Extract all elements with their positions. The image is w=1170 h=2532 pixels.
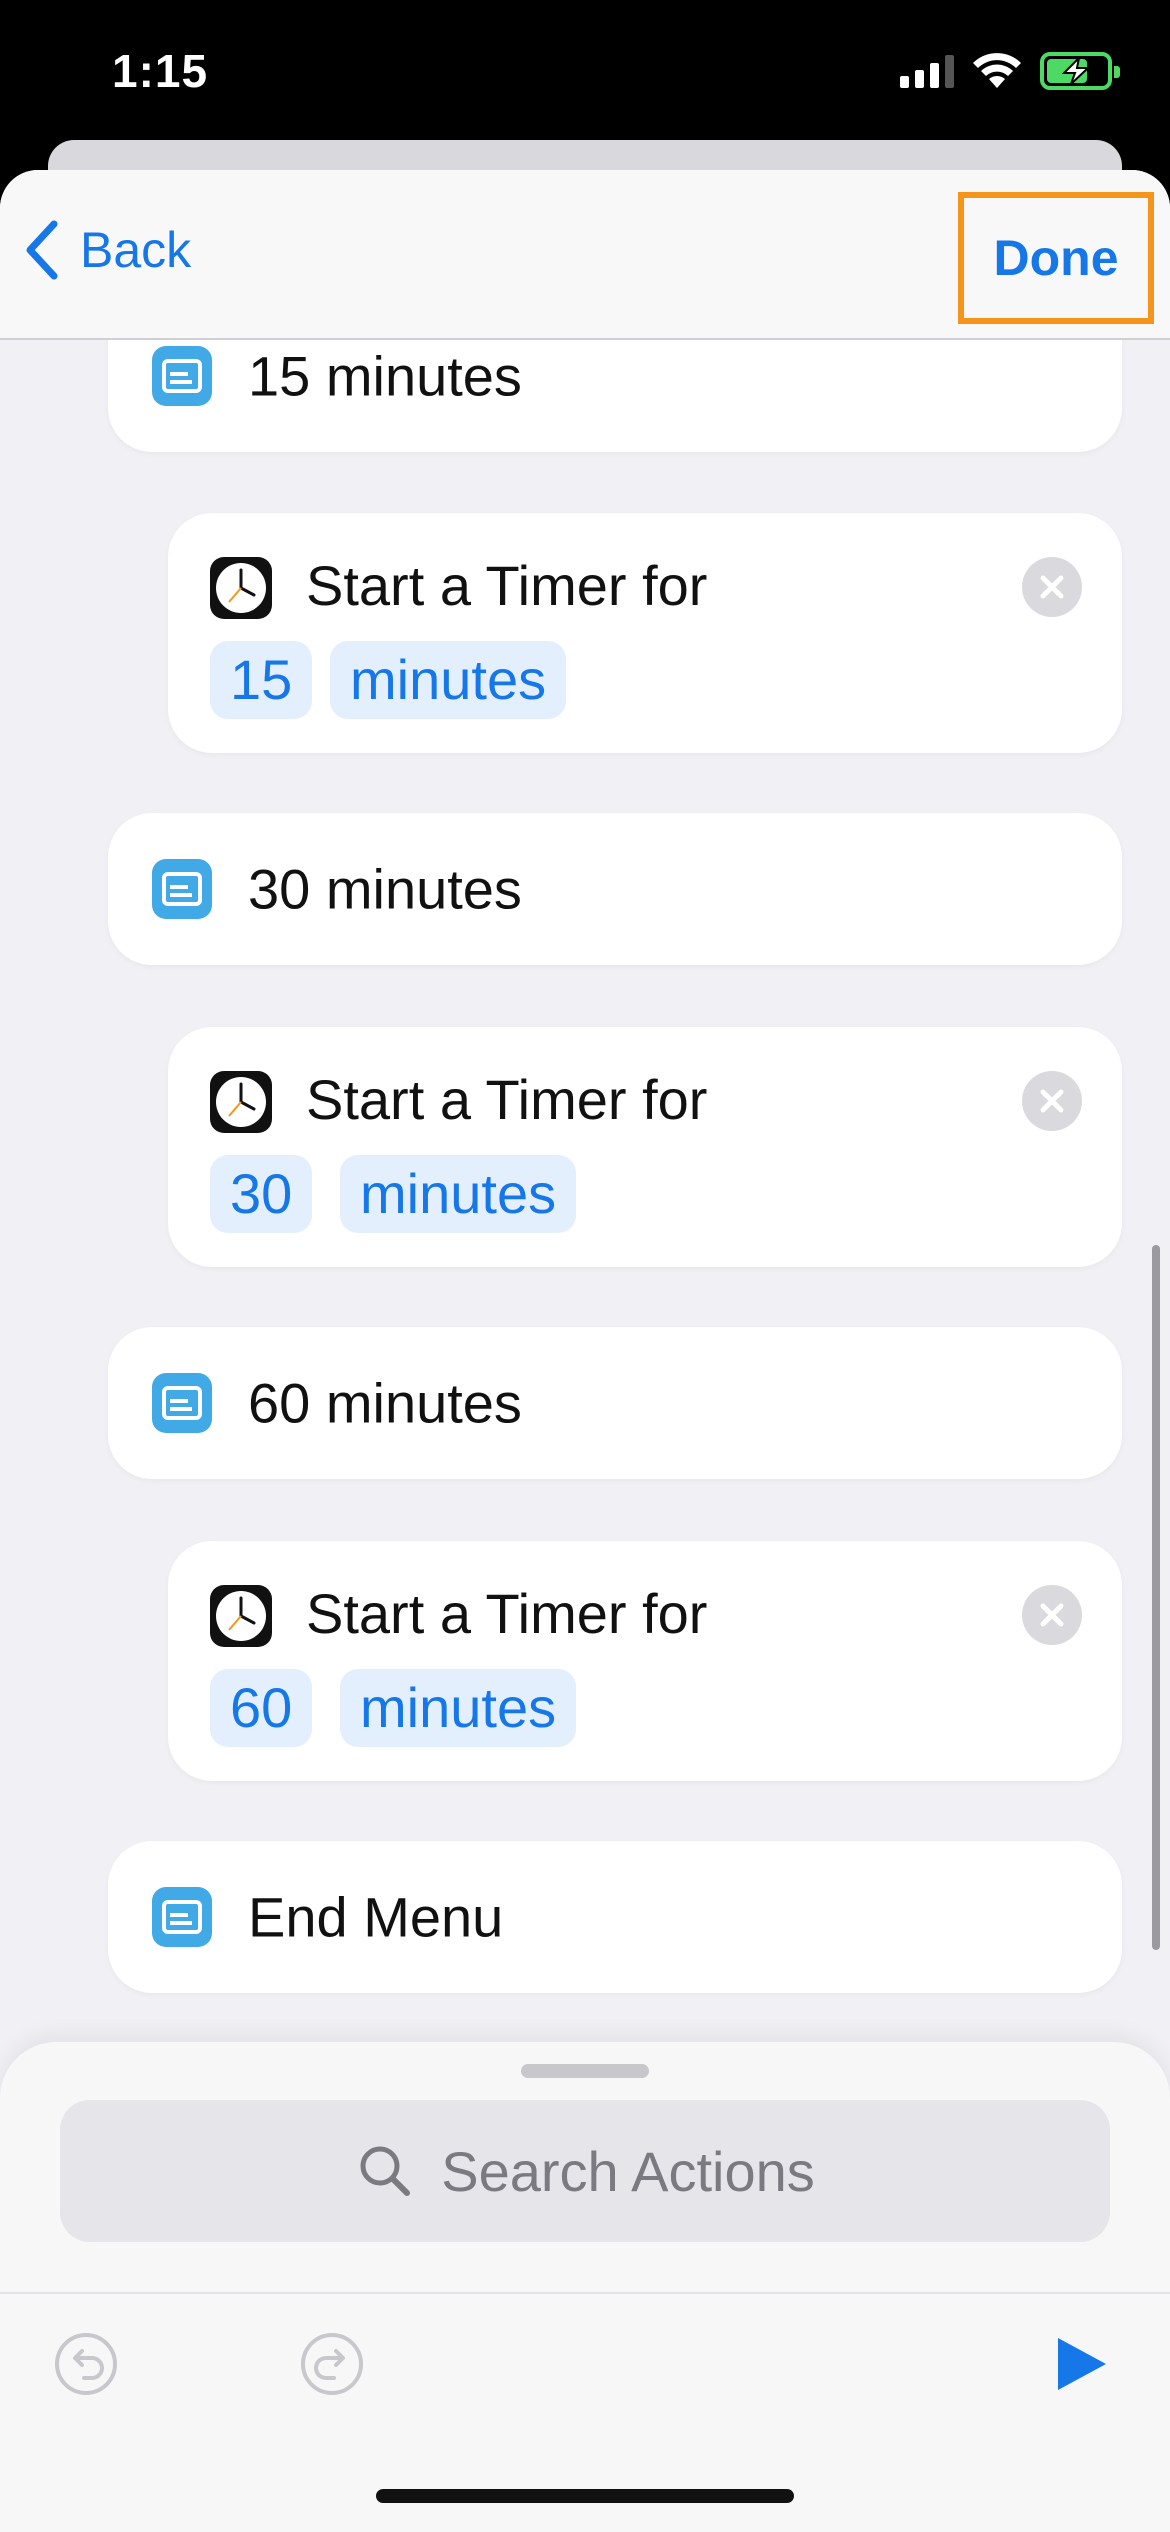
remove-action-button[interactable] [1022,1585,1082,1645]
status-icons [900,52,1120,90]
status-time: 1:15 [112,45,209,97]
timer-amount-token[interactable]: 30 [210,1155,313,1233]
redo-button[interactable] [300,2332,364,2396]
back-button[interactable]: Back [24,220,191,280]
menu-item-label: 15 minutes [248,344,522,408]
back-chevron-icon [26,220,58,280]
home-indicator [376,2489,794,2503]
timer-unit-token[interactable]: minutes [340,1155,577,1233]
wifi-icon [973,53,1021,88]
timer-title: Start a Timer for [306,1582,708,1645]
battery-charging-icon [1040,52,1120,90]
remove-action-button[interactable] [1022,1071,1082,1131]
menu-item-card[interactable]: 30 minutes [108,813,1122,965]
clock-icon [210,1585,272,1647]
menu-item-label: 30 minutes [248,857,522,921]
remove-icon [1040,575,1064,599]
menu-icon [152,1887,212,1947]
remove-icon [1040,1603,1064,1627]
start-timer-action[interactable]: Start a Timer for 15 minutes [168,513,1122,753]
undo-icon [55,2333,117,2395]
run-shortcut-button[interactable] [1052,2332,1112,2396]
play-icon [1058,2338,1106,2390]
search-actions-field[interactable]: Search Actions [60,2100,1110,2242]
timer-unit-token[interactable]: minutes [330,641,567,719]
sheet-grabber[interactable] [521,2064,649,2078]
back-label: Back [80,222,192,278]
action-search-panel: Search Actions [0,2042,1170,2532]
actions-list: 15 minutes Start a Timer for 15 minutes … [0,300,1170,2240]
menu-item-label: 60 minutes [248,1371,522,1435]
redo-icon [301,2333,363,2395]
clock-icon [210,557,272,619]
menu-item-card[interactable]: 60 minutes [108,1327,1122,1479]
timer-title: Start a Timer for [306,1068,708,1131]
scrollbar[interactable] [1152,1245,1160,1950]
menu-icon [152,1373,212,1433]
start-timer-action[interactable]: Start a Timer for 60 minutes [168,1541,1122,1781]
menu-item-label: End Menu [248,1885,504,1949]
done-button[interactable]: Done [958,192,1154,324]
remove-icon [1040,1089,1064,1113]
navigation-bar: Back Done [0,170,1170,340]
start-timer-action[interactable]: Start a Timer for 30 minutes [168,1027,1122,1267]
toolbar-divider [0,2292,1170,2294]
signal-icon [900,54,954,88]
timer-amount-token[interactable]: 60 [210,1669,313,1747]
remove-action-button[interactable] [1022,557,1082,617]
timer-title: Start a Timer for [306,554,708,617]
menu-icon [152,346,212,406]
clock-icon [210,1071,272,1133]
search-placeholder: Search Actions [441,2139,815,2203]
end-menu-card[interactable]: End Menu [108,1841,1122,1993]
timer-unit-token[interactable]: minutes [340,1669,577,1747]
search-icon [355,2141,415,2201]
menu-icon [152,859,212,919]
undo-button[interactable] [54,2332,118,2396]
status-bar: 1:15 [0,0,1170,150]
timer-amount-token[interactable]: 15 [210,641,313,719]
